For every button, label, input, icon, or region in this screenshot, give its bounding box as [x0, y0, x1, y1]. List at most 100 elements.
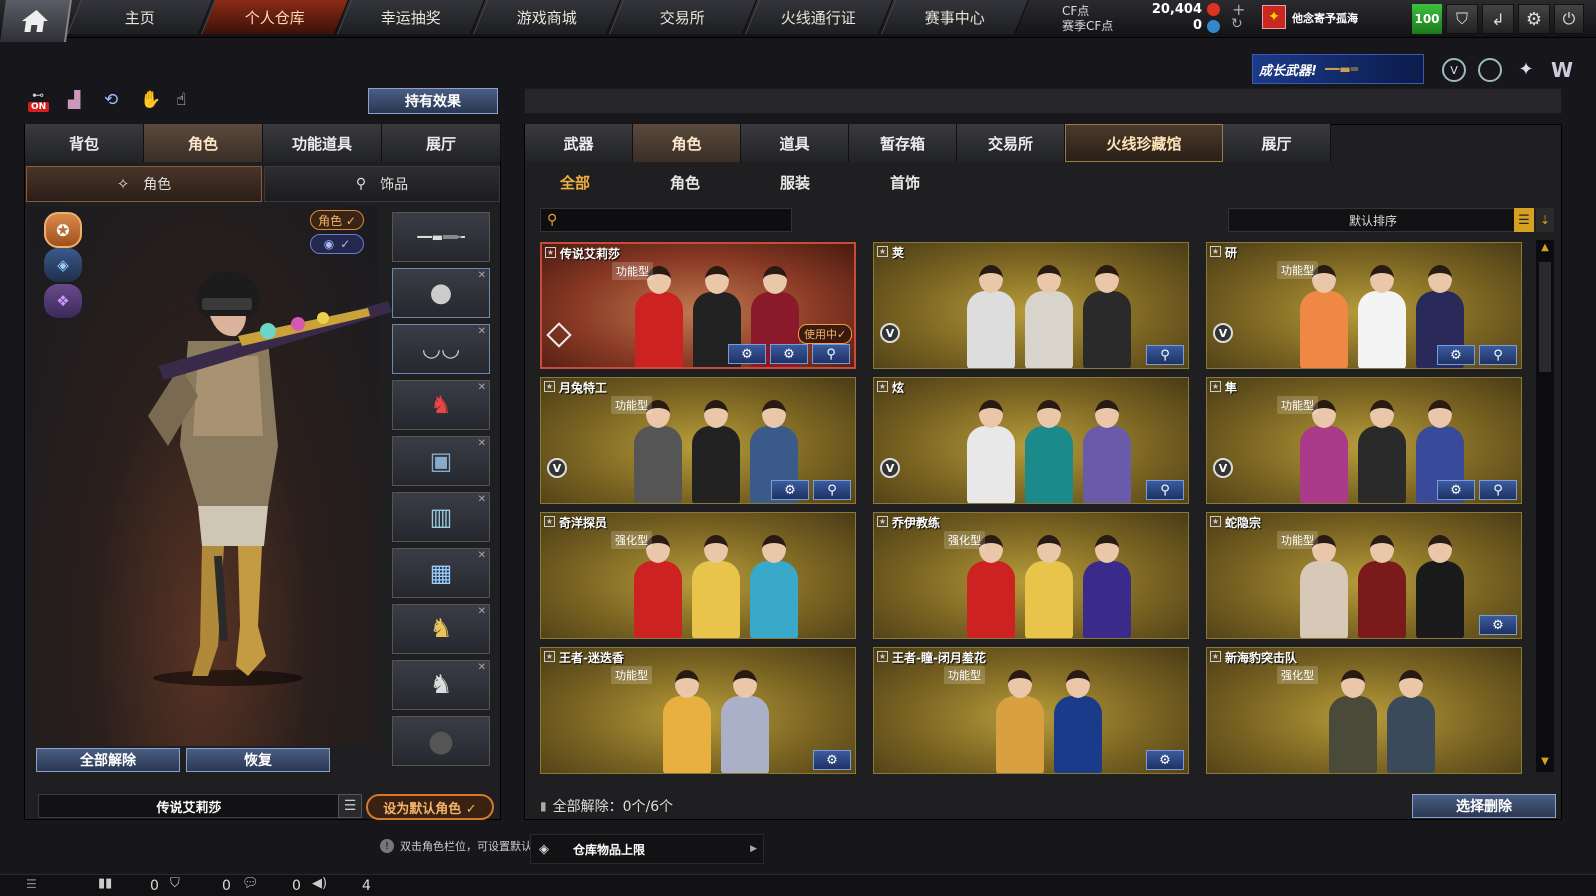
pose-icon[interactable]: ✋ [140, 90, 162, 112]
power-button[interactable]: ⏻ [1554, 4, 1584, 34]
character-card[interactable]: ★ 乔伊教练 强化型 [873, 512, 1189, 639]
character-card[interactable]: ★ 炫 V ⚲ [873, 377, 1189, 504]
growth-weapon-banner[interactable]: 成长武器! ━━▬═ [1252, 54, 1424, 84]
customize-button[interactable]: ⚙ [1437, 345, 1475, 365]
vip-icon[interactable]: V [1442, 58, 1466, 82]
refresh-icon[interactable]: ↻ [1231, 16, 1243, 32]
tab-items[interactable]: 道具 [741, 124, 849, 162]
subtab-accessories[interactable]: ⚲ 饰品 [264, 166, 500, 202]
inspect-button[interactable]: ⚲ [1479, 480, 1517, 500]
character-card[interactable]: ★ 奇洋探员 强化型 [540, 512, 856, 639]
nav-lucky-draw[interactable]: 幸运抽奖 [337, 0, 485, 34]
inspect-button[interactable]: ⚲ [1479, 345, 1517, 365]
shield-button[interactable]: ⛉ [1446, 4, 1478, 34]
hold-effect-button[interactable]: 持有效果 [368, 88, 498, 114]
tab-collection-hall[interactable]: 火线珍藏馆 [1065, 124, 1223, 162]
slot-armor[interactable]: ✕ ▥ [392, 492, 490, 542]
filter-outfit[interactable]: 服装 [780, 172, 810, 193]
set-default-character-button[interactable]: 设为默认角色 ✓ [366, 794, 494, 820]
remove-icon[interactable]: ✕ [478, 438, 486, 449]
customize-button[interactable]: ⚙ [1437, 480, 1475, 500]
nav-personal-warehouse[interactable]: 个人仓库 [201, 0, 349, 34]
favorite-star-icon[interactable]: ★ [877, 516, 888, 527]
scrollbar-thumb[interactable] [1539, 262, 1551, 372]
slot-goggles[interactable]: ✕ ◡◡ [392, 324, 490, 374]
tab-function-items[interactable]: 功能道具 [263, 124, 382, 162]
release-all-button[interactable]: 全部解除 [36, 748, 180, 772]
favorite-star-icon[interactable]: ★ [877, 246, 888, 257]
filter-character[interactable]: 角色 [670, 172, 700, 193]
customize-button[interactable]: ⚙ [1146, 750, 1184, 770]
sort-descending-icon[interactable]: ⇣ [1536, 208, 1554, 232]
slot-mascot[interactable]: ✕ ♞ [392, 380, 490, 430]
nav-game-store[interactable]: 游戏商城 [473, 0, 621, 34]
tab-weapons[interactable]: 武器 [525, 124, 633, 162]
remove-icon[interactable]: ✕ [478, 550, 486, 561]
favorite-star-icon[interactable]: ★ [545, 247, 556, 258]
return-button[interactable]: ↲ [1482, 4, 1514, 34]
toggle-on-button[interactable]: ⊷ ON [28, 88, 52, 114]
scroll-down-icon[interactable]: ▼ [1538, 756, 1552, 768]
search-input[interactable] [563, 212, 791, 228]
home-button[interactable] [0, 0, 72, 42]
remove-icon[interactable]: ✕ [478, 606, 486, 617]
nav-battle-pass[interactable]: 火线通行证 [745, 0, 893, 34]
favorite-star-icon[interactable]: ★ [544, 381, 555, 392]
faction-blue-icon[interactable]: ◈ [44, 248, 82, 282]
scrollbar[interactable]: ▲ ▼ [1536, 240, 1554, 772]
favorite-star-icon[interactable]: ★ [544, 651, 555, 662]
tab-showroom[interactable]: 展厅 [382, 124, 501, 162]
customize-button[interactable]: ⚙ [728, 344, 766, 364]
scroll-up-icon[interactable]: ▲ [1538, 242, 1552, 254]
nav-exchange[interactable]: 交易所 [609, 0, 757, 34]
search-box[interactable]: ⚲ [540, 208, 792, 232]
favorite-star-icon[interactable]: ★ [1210, 651, 1221, 662]
select-delete-button[interactable]: 选择删除 [1412, 794, 1556, 818]
customize-button[interactable]: ⚙ [1479, 615, 1517, 635]
gesture-icon[interactable]: ☝ [176, 90, 198, 112]
slot-ammo[interactable]: ✕ ▦ [392, 548, 490, 598]
favorite-star-icon[interactable]: ★ [877, 651, 888, 662]
character-card[interactable]: ★ 研功能型 V ⚙ ⚲ [1206, 242, 1522, 369]
nav-home[interactable]: 主页 [67, 0, 213, 34]
settings-button[interactable]: ⚙ [770, 344, 808, 364]
character-display-toggle[interactable]: 角色 ✓ [310, 210, 364, 230]
shield-small-icon[interactable]: ⛉ [170, 876, 180, 891]
remove-icon[interactable]: ✕ [478, 494, 486, 505]
character-card[interactable]: ★ 隼功能型 V ⚙ ⚲ [1206, 377, 1522, 504]
chat-icon[interactable]: 💬︎ [242, 876, 259, 891]
friends-icon[interactable]: ▮▮ [98, 876, 112, 891]
storage-limit-bar[interactable]: ◈ 仓库物品上限 ▶ [530, 834, 764, 864]
restore-button[interactable]: 恢复 [186, 748, 330, 772]
character-card[interactable]: ★ 传说艾莉莎 功能型 使用中✓ ⚙ ⚙ ⚲ [540, 242, 856, 369]
filter-all[interactable]: 全部 [560, 172, 590, 193]
remove-icon[interactable]: ✕ [478, 382, 486, 393]
subtab-character[interactable]: ✧ 角色 [26, 166, 262, 202]
slot-empty[interactable]: ● [392, 716, 490, 766]
slot-gold-horse[interactable]: ✕ ♞ [392, 604, 490, 654]
slot-primary-weapon[interactable]: ━━▬══╼ [392, 212, 490, 262]
character-card[interactable]: ★ 荚 V ⚲ [873, 242, 1189, 369]
player-name[interactable]: 他念寄予孤海 [1292, 10, 1358, 26]
character-card[interactable]: ★ 新海豹突击队 强化型 [1206, 647, 1522, 774]
speaker-icon[interactable]: ◀︎) [312, 876, 327, 891]
favorite-star-icon[interactable]: ★ [1210, 381, 1221, 392]
w-logo-icon[interactable]: W [1548, 58, 1576, 82]
remove-icon[interactable]: ✕ [478, 270, 486, 281]
globe-icon[interactable] [1478, 58, 1502, 82]
filter-accessory[interactable]: 首饰 [890, 172, 920, 193]
rotate-icon[interactable]: ⟲ [104, 90, 126, 112]
inspect-button[interactable]: ⚲ [812, 344, 850, 364]
bird-icon[interactable]: ✦ [1514, 58, 1538, 82]
customize-button[interactable]: ⚙ [771, 480, 809, 500]
inspect-button[interactable]: ⚲ [1146, 480, 1184, 500]
tab-trade[interactable]: 交易所 [957, 124, 1065, 162]
settings-button[interactable]: ⚙ [1518, 4, 1550, 34]
favorite-star-icon[interactable]: ★ [1210, 516, 1221, 527]
remove-icon[interactable]: ✕ [478, 662, 486, 673]
character-card[interactable]: ★ 王者-迷迭香 功能型 ⚙ [540, 647, 856, 774]
character-card[interactable]: ★ 月兔特工 功能型 V ⚙ ⚲ [540, 377, 856, 504]
podium-icon[interactable]: ▟ [68, 90, 90, 112]
tab-characters[interactable]: 角色 [633, 124, 741, 162]
slot-backpack[interactable]: ✕ ▣ [392, 436, 490, 486]
